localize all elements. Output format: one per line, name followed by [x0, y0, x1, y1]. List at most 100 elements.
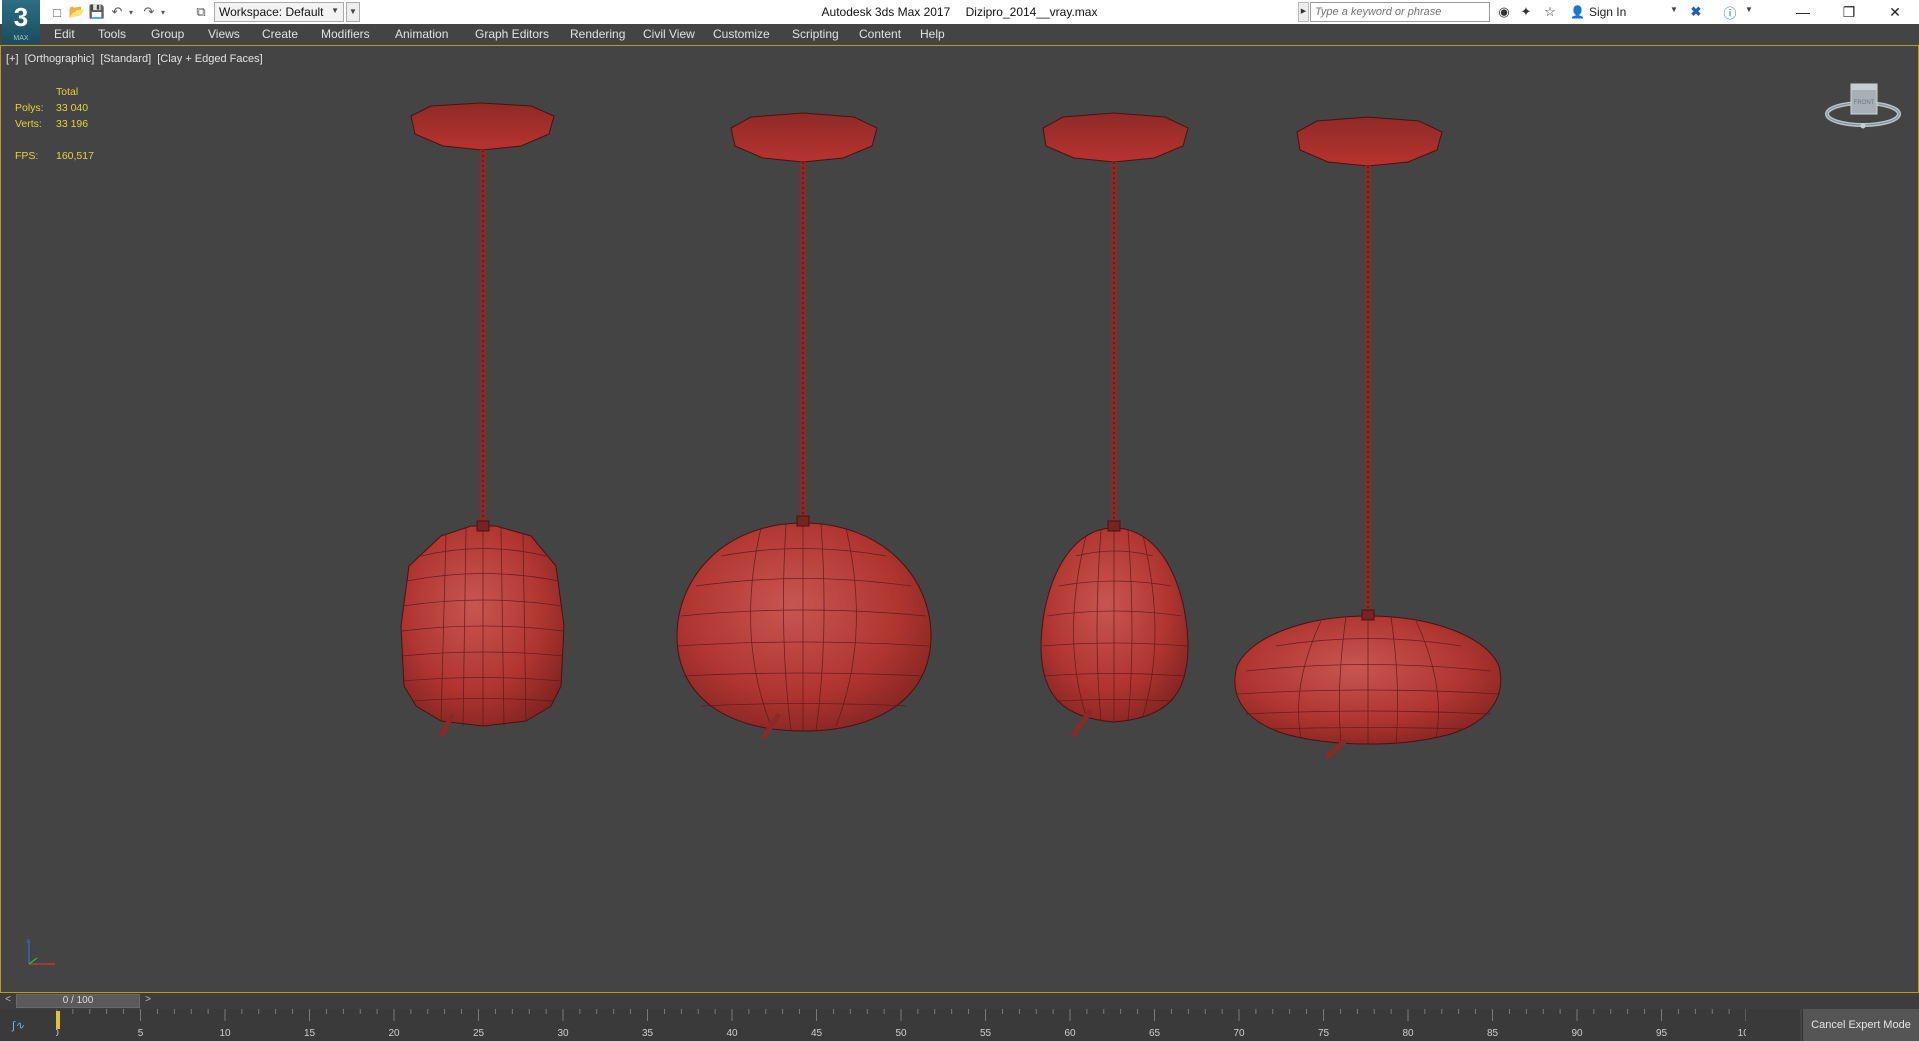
menu-customize[interactable]: Customize [713, 27, 770, 41]
ruler-tick-label: 30 [557, 1028, 569, 1039]
menu-help[interactable]: Help [920, 27, 945, 41]
menu-create[interactable]: Create [262, 27, 298, 41]
viewport-pov[interactable]: [Orthographic] [25, 53, 95, 65]
current-frame-marker[interactable] [56, 1011, 60, 1029]
sign-in-button[interactable]: 👤 Sign In [1570, 3, 1626, 21]
binoculars-icon[interactable]: ◉ [1494, 3, 1514, 21]
canopy [730, 112, 878, 163]
cancel-expert-label: Cancel Expert Mode [1811, 1019, 1911, 1031]
ruler-tick-label: 40 [726, 1028, 738, 1039]
save-file-icon[interactable]: 💾 [88, 3, 106, 21]
mini-curve-editor-icon[interactable]: ∫∿ [12, 1019, 24, 1032]
undo-icon[interactable]: ↶ [108, 3, 126, 21]
minimize-icon[interactable]: — [1780, 0, 1826, 24]
menu-modifiers[interactable]: Modifiers [321, 27, 370, 41]
time-slider-bar: < 0 / 100 > [0, 993, 1919, 1009]
exchange-apps-icon[interactable]: ✖ [1686, 3, 1706, 21]
sign-in-label: Sign In [1588, 5, 1627, 19]
app-logo[interactable]: 3 MAX [2, 0, 40, 44]
ruler-tick-label: 50 [895, 1028, 907, 1039]
undo-dropdown-icon[interactable]: ▾ [126, 3, 136, 21]
fps-label: FPS: [15, 150, 39, 162]
ruler-tick-label: 0 [56, 1028, 59, 1039]
user-icon: 👤 [1570, 5, 1585, 19]
canopy [410, 102, 555, 151]
canopy [1042, 112, 1189, 163]
menu-content[interactable]: Content [859, 27, 901, 41]
project-folder-icon[interactable]: ⧉ [192, 3, 210, 21]
search-input[interactable] [1310, 2, 1490, 22]
axis-tripod-icon: z [26, 939, 55, 965]
verts-value: 33 196 [56, 118, 89, 130]
quick-access-overflow-icon[interactable]: ▼ [346, 2, 360, 22]
lamp-shade [1040, 527, 1189, 723]
pendant-lamp-3[interactable] [1040, 112, 1189, 738]
communication-center-icon[interactable]: ✦ [1516, 3, 1536, 21]
menu-group[interactable]: Group [151, 27, 184, 41]
ruler-tick-label: 80 [1402, 1028, 1414, 1039]
restore-icon[interactable]: ❐ [1826, 0, 1872, 24]
time-slider[interactable]: 0 / 100 [16, 994, 140, 1008]
menu-tools[interactable]: Tools [98, 27, 126, 41]
close-icon[interactable]: ✕ [1872, 0, 1918, 24]
viewport[interactable]: [+] [Orthographic] [Standard] [Clay + Ed… [0, 46, 1919, 993]
file-name: Dizipro_2014__vray.max [965, 5, 1098, 19]
help-icon[interactable]: ⓘ [1720, 3, 1740, 21]
ruler-tick-label: 70 [1233, 1028, 1245, 1039]
ruler-tick-label: 5 [138, 1028, 144, 1039]
search-expand-icon[interactable]: ▶ [1298, 2, 1309, 22]
menu-views[interactable]: Views [208, 27, 240, 41]
viewport-shading-standard[interactable]: [Standard] [100, 53, 151, 65]
chevron-down-icon[interactable]: ▼ [1745, 5, 1753, 14]
open-file-icon[interactable]: 📂 [68, 3, 86, 21]
menu-civil-view[interactable]: Civil View [643, 27, 695, 41]
menu-animation[interactable]: Animation [395, 27, 448, 41]
menu-rendering[interactable]: Rendering [570, 27, 625, 41]
verts-label: Verts: [15, 118, 42, 130]
pendant-lamp-1[interactable] [400, 102, 565, 738]
pendant-lamp-4[interactable] [1234, 116, 1502, 760]
ruler-tick-label: 20 [388, 1028, 400, 1039]
new-file-icon[interactable]: □ [48, 3, 66, 21]
ruler-tick-label: 25 [473, 1028, 485, 1039]
previous-frame-icon[interactable]: < [2, 994, 14, 1008]
ruler-tick-label: 10 [219, 1028, 231, 1039]
viewcube-icon[interactable]: FRONT [1823, 76, 1903, 136]
viewport-menu[interactable]: [+] [6, 53, 19, 65]
lamp-shade [676, 522, 932, 732]
app-name: Autodesk 3ds Max 2017 [821, 5, 951, 19]
polys-value: 33 040 [56, 102, 89, 114]
frame-counter: 0 / 100 [62, 995, 94, 1006]
ruler-tick-label: 75 [1318, 1028, 1330, 1039]
frame-ruler[interactable]: 0 5 10 15 20 25 30 35 40 45 50 55 60 65 70 75 80 85 90 95 10… [56, 1009, 1746, 1041]
app-logo-sub: MAX [13, 35, 29, 42]
ruler-tick-label: 55 [980, 1028, 992, 1039]
menu-graph-editors[interactable]: Graph Editors [475, 27, 549, 41]
ruler-tick-label: 85 [1487, 1028, 1499, 1039]
redo-dropdown-icon[interactable]: ▾ [158, 3, 168, 21]
chevron-down-icon[interactable]: ▼ [1670, 5, 1678, 14]
app-logo-text: 3 [13, 2, 29, 32]
next-frame-icon[interactable]: > [142, 994, 154, 1008]
ruler-tick-label: 15 [304, 1028, 316, 1039]
track-bar[interactable]: ∫∿ 0 5 10 15 20 25 30 35 40 45 50 55 60 65 70 75 80 85 90 9… [0, 1009, 1800, 1041]
ruler-tick-label: 65 [1149, 1028, 1161, 1039]
pendant-lamp-2[interactable] [676, 112, 932, 740]
viewport-label[interactable]: [+] [Orthographic] [Standard] [Clay + Ed… [6, 53, 266, 65]
ruler-tick-label: 100 [1738, 1028, 1746, 1039]
ruler-tick-label: 90 [1571, 1028, 1583, 1039]
viewport-shading-mode[interactable]: [Clay + Edged Faces] [157, 53, 262, 65]
ruler-tick-label: 35 [642, 1028, 654, 1039]
menu-scripting[interactable]: Scripting [792, 27, 839, 41]
ruler-tick-label: 45 [811, 1028, 823, 1039]
cancel-expert-mode-button[interactable]: Cancel Expert Mode [1802, 1009, 1919, 1041]
viewcube-face-label: FRONT [1854, 100, 1875, 106]
menu-bar: Edit Tools Group Views Create Modifiers … [0, 24, 1919, 46]
svg-text:z: z [26, 939, 29, 945]
menu-edit[interactable]: Edit [54, 27, 75, 41]
favorites-star-icon[interactable]: ☆ [1540, 3, 1560, 21]
workspace-dropdown[interactable]: Workspace: Default ▼ [214, 2, 344, 22]
scene-render[interactable] [1, 46, 1919, 993]
redo-icon[interactable]: ↷ [140, 3, 158, 21]
chevron-down-icon: ▼ [331, 6, 339, 15]
